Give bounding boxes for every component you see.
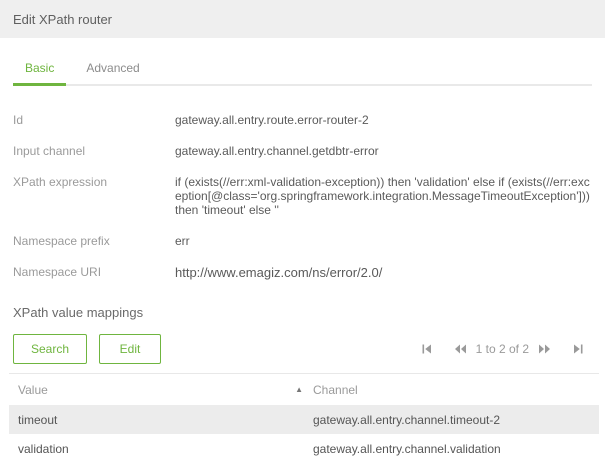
field-label-xpath-expression: XPath expression [13,175,108,189]
next-page-icon[interactable] [538,343,551,356]
tab-bar: Basic Advanced [13,55,592,86]
row-channel-cell: gateway.all.entry.channel.validation [313,441,501,456]
dialog-header: Edit XPath router [0,0,605,38]
field-row-namespace-uri: Namespace URI http://www.emagiz.com/ns/e… [13,265,592,281]
field-row-namespace-prefix: Namespace prefix err [13,234,592,248]
field-value-namespace-uri: http://www.emagiz.com/ns/error/2.0/ [175,265,383,280]
pagination: 1 to 2 of 2 [421,342,584,356]
section-title-xpath-value-mappings: XPath value mappings [13,305,144,320]
previous-page-icon[interactable] [454,343,467,356]
field-value-xpath-expression: if (exists(//err:xml-validation-exceptio… [175,175,590,217]
table-header-row: Value ▲ Channel [9,374,599,405]
search-button[interactable]: Search [13,334,87,364]
field-value-id: gateway.all.entry.route.error-router-2 [175,113,369,127]
row-value-cell: validation [9,442,313,456]
table-row-validation[interactable]: validation gateway.all.entry.channel.val… [9,434,599,463]
pagination-range-text: 1 to 2 of 2 [475,342,529,356]
field-row-id: Id gateway.all.entry.route.error-router-… [13,113,592,127]
first-page-icon[interactable] [421,343,434,356]
edit-button[interactable]: Edit [99,334,161,364]
tab-advanced[interactable]: Advanced [70,55,151,86]
field-value-input-channel: gateway.all.entry.channel.getdbtr-error [175,144,379,158]
column-header-value[interactable]: Value ▲ [9,383,313,397]
router-form: Id gateway.all.entry.route.error-router-… [13,113,592,281]
sort-ascending-icon[interactable]: ▲ [295,385,303,394]
mappings-table: Value ▲ Channel timeout gateway.all.entr… [9,373,599,463]
field-label-namespace-prefix: Namespace prefix [13,234,110,248]
field-label-input-channel: Input channel [13,144,86,158]
field-label-id: Id [13,113,24,127]
row-value-text: timeout [18,412,58,427]
field-value-namespace-prefix: err [175,234,190,248]
column-header-value-label: Value [18,382,48,397]
field-label-namespace-uri: Namespace URI [13,265,102,279]
table-row-timeout[interactable]: timeout gateway.all.entry.channel.timeou… [9,405,599,434]
row-value-text: validation [18,441,69,456]
field-row-xpath-expression: XPath expression if (exists(//err:xml-va… [13,175,592,217]
row-value-cell: timeout [9,413,313,427]
tab-basic[interactable]: Basic [13,55,67,86]
column-header-channel[interactable]: Channel [313,383,599,397]
mappings-button-group: Search Edit [13,334,161,364]
mappings-toolbar: Search Edit 1 to 2 of 2 [13,334,592,364]
last-page-icon[interactable] [571,343,584,356]
field-row-input-channel: Input channel gateway.all.entry.channel.… [13,144,592,158]
row-channel-cell: gateway.all.entry.channel.timeout-2 [313,412,500,427]
dialog-title: Edit XPath router [13,11,112,27]
